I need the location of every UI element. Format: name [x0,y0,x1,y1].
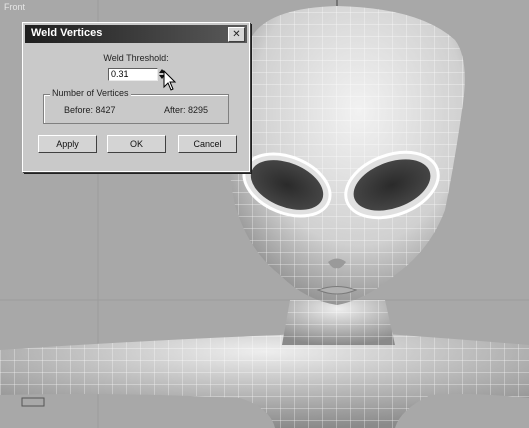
apply-button[interactable]: Apply [38,135,97,153]
dialog-titlebar[interactable]: Weld Vertices ✕ [25,25,247,43]
dialog-title: Weld Vertices [31,27,103,39]
cancel-button[interactable]: Cancel [178,135,237,153]
after-count: After: 8295 [164,105,209,115]
before-count: Before: 8427 [64,105,116,115]
close-button[interactable]: ✕ [228,27,245,42]
weld-threshold-label: Weld Threshold: [103,53,169,63]
ok-button[interactable]: OK [107,135,166,153]
mouse-cursor-icon [163,70,177,91]
number-of-vertices-group: Number of Vertices Before: 8427 After: 8… [43,88,229,124]
close-icon: ✕ [232,29,241,40]
weld-threshold-input[interactable]: 0.31 [108,68,158,81]
group-label: Number of Vertices [50,88,131,98]
weld-vertices-dialog: Weld Vertices ✕ Weld Threshold: 0.31 Num… [22,22,250,172]
viewport-label: Front [4,2,26,12]
